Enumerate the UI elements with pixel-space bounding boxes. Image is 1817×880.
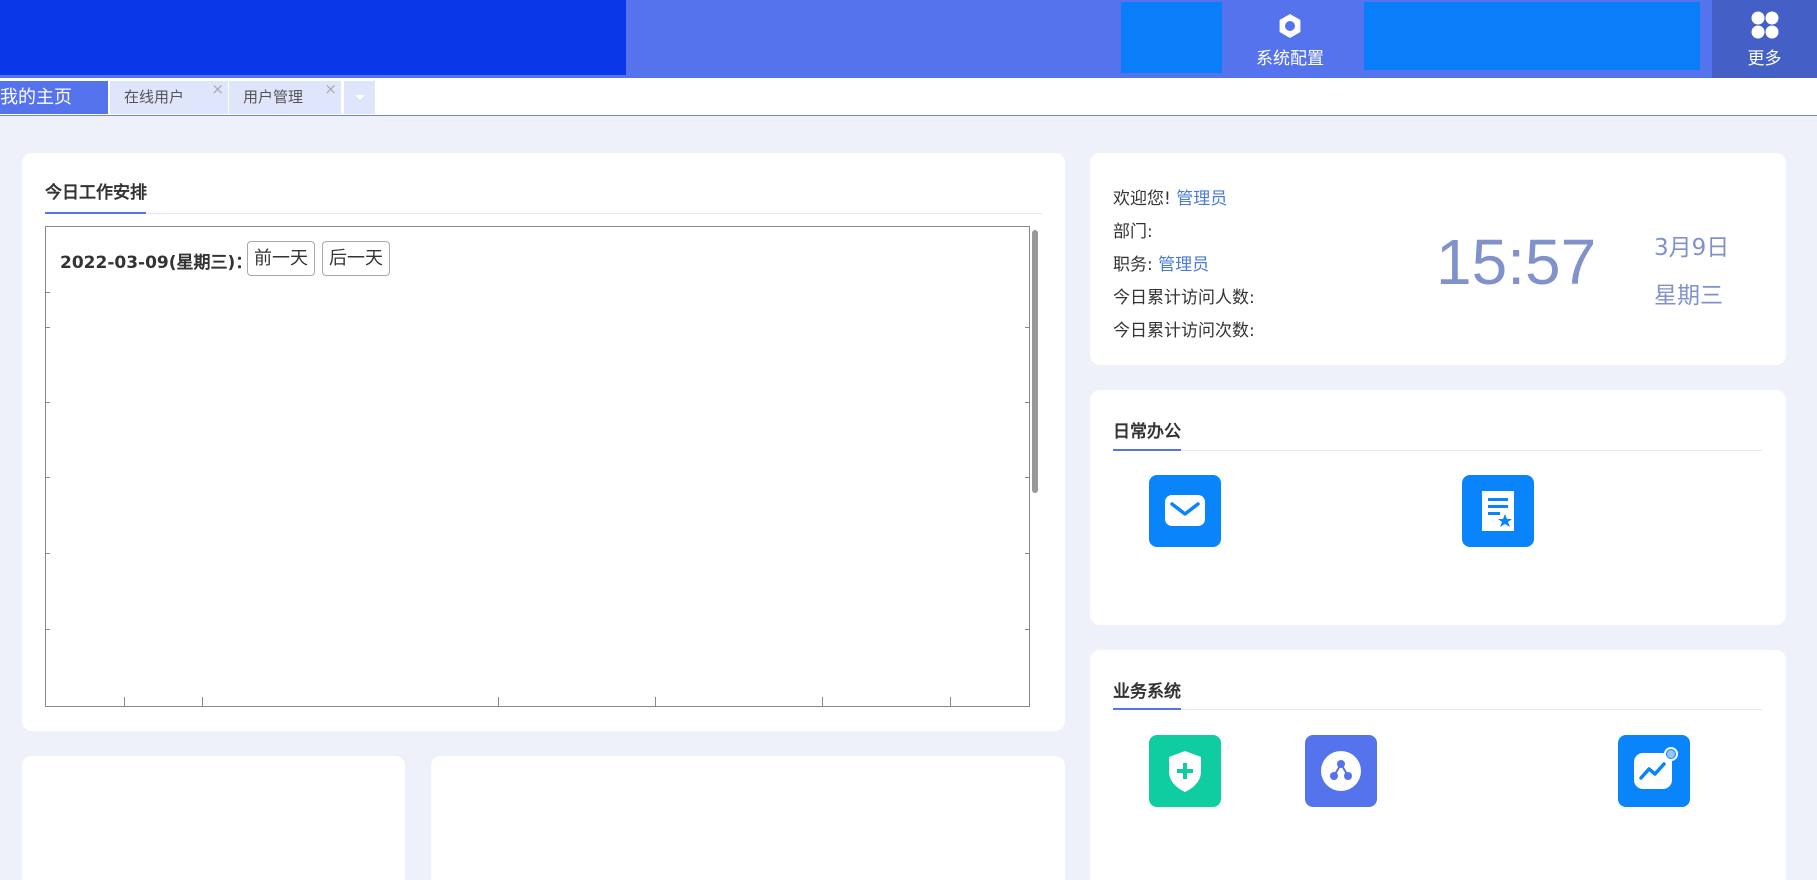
position-label: 职务: [1113, 255, 1153, 275]
welcome-user-name[interactable]: 管理员 [1176, 189, 1227, 209]
schedule-scrollbar[interactable] [1032, 230, 1038, 493]
welcome-line: 欢迎您! 管理员 [1113, 184, 1227, 209]
bottom-card-right [431, 756, 1065, 880]
molecule-icon [1321, 751, 1361, 791]
title-divider [45, 213, 1042, 214]
gear-icon [1279, 14, 1301, 38]
certificate-app-button[interactable] [1462, 475, 1534, 547]
grid-tick [498, 697, 499, 706]
shield-plus-icon [1169, 751, 1201, 792]
grid-tick [46, 553, 50, 554]
grid-tick [46, 327, 50, 328]
schedule-calendar[interactable] [45, 226, 1030, 707]
title-underline [1113, 708, 1181, 710]
position-line: 职务: 管理员 [1113, 250, 1209, 275]
tab-bar: 我的主页 在线用户 × 用户管理 × [0, 78, 1817, 116]
tab-label: 在线用户 [124, 88, 185, 106]
next-day-button[interactable]: 后一天 [322, 241, 390, 276]
grid-tick [1025, 402, 1029, 403]
welcome-label: 欢迎您! [1113, 189, 1171, 209]
chart-app-button[interactable] [1618, 735, 1690, 807]
title-underline [45, 212, 146, 214]
current-weekday: 星期三 [1654, 283, 1723, 309]
trend-chart-icon [1634, 747, 1678, 789]
grid-tick [1025, 629, 1029, 630]
tab-online-users[interactable]: 在线用户 × [110, 80, 228, 114]
more-button[interactable]: 更多 [1712, 0, 1817, 78]
grid-tick [1025, 327, 1029, 328]
close-icon[interactable]: × [324, 73, 337, 106]
system-config-label: 系统配置 [1256, 49, 1324, 69]
tab-label: 我的主页 [0, 87, 72, 108]
tab-user-management[interactable]: 用户管理 × [229, 80, 341, 114]
title-divider [1113, 450, 1762, 451]
grid-tick [46, 629, 50, 630]
visitors-label: 今日累计访问人数: [1113, 288, 1255, 308]
grid-icon [1751, 11, 1778, 39]
card-gap [405, 770, 431, 880]
grid-tick [46, 402, 50, 403]
tab-home[interactable]: 我的主页 [0, 81, 108, 114]
visits-label: 今日累计访问次数: [1113, 321, 1255, 341]
mail-icon [1165, 495, 1205, 526]
tab-label: 用户管理 [243, 88, 304, 106]
schedule-date: 2022-03-09(星期三)： [60, 253, 253, 273]
visitors-line: 今日累计访问人数: [1113, 283, 1255, 308]
grid-tick [202, 697, 203, 706]
grid-tick [950, 697, 951, 706]
daily-office-title: 日常办公 [1113, 422, 1181, 442]
current-time: 15:57 [1436, 226, 1597, 298]
department-label: 部门: [1113, 222, 1153, 242]
visits-line: 今日累计访问次数: [1113, 316, 1255, 341]
grid-tick [1025, 553, 1029, 554]
shield-app-button[interactable] [1149, 735, 1221, 807]
position-value[interactable]: 管理员 [1158, 255, 1209, 275]
system-config-button[interactable]: 系统配置 [1240, 0, 1340, 78]
tab-dropdown-button[interactable] [344, 81, 375, 114]
close-icon[interactable]: × [211, 73, 224, 106]
more-label: 更多 [1747, 49, 1782, 69]
mail-app-button[interactable] [1149, 475, 1221, 547]
prev-day-button[interactable]: 前一天 [247, 241, 315, 276]
grid-tick [46, 292, 50, 293]
grid-tick [822, 697, 823, 706]
molecule-app-button[interactable] [1305, 735, 1377, 807]
title-underline [1113, 449, 1181, 451]
grid-tick [1025, 477, 1029, 478]
header-nav-placeholder[interactable] [1121, 2, 1222, 73]
top-header: 系统配置 更多 [0, 0, 1817, 78]
grid-tick [655, 697, 656, 706]
title-divider [1113, 709, 1762, 710]
business-system-title: 业务系统 [1113, 682, 1181, 702]
current-date: 3月9日 [1654, 235, 1730, 261]
certificate-icon [1482, 491, 1514, 531]
grid-tick [46, 477, 50, 478]
department-line: 部门: [1113, 217, 1153, 242]
bottom-card-left [22, 756, 405, 880]
schedule-title: 今日工作安排 [45, 183, 147, 203]
grid-tick [124, 697, 125, 706]
logo-area [0, 0, 626, 75]
header-nav-placeholder-2[interactable] [1364, 2, 1700, 70]
